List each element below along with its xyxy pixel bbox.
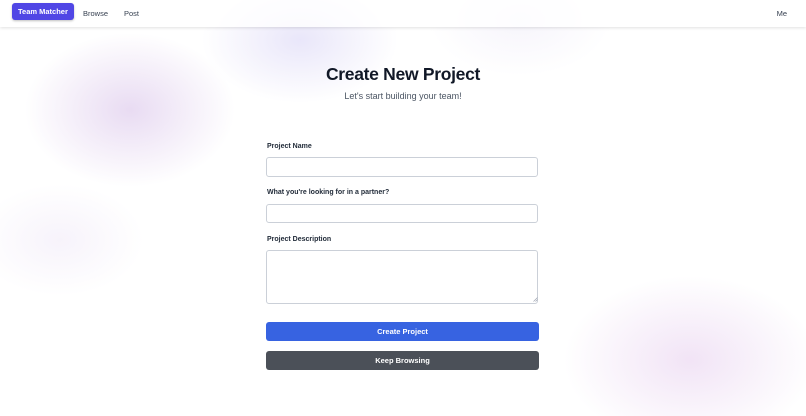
project-description-textarea[interactable] (266, 250, 538, 304)
brand-button[interactable]: Team Matcher (12, 3, 74, 20)
nav-post-link[interactable]: Post (124, 9, 139, 18)
page-subtitle: Let's start building your team! (344, 91, 462, 101)
partner-label: What you're looking for in a partner? (267, 189, 390, 196)
project-name-label: Project Name (267, 143, 312, 150)
project-name-input[interactable] (266, 157, 538, 177)
project-description-label: Project Description (267, 236, 332, 243)
create-project-page: Create New Project Let's start building … (0, 0, 806, 416)
nav-browse-link[interactable]: Browse (83, 9, 108, 18)
nav-me-link[interactable]: Me (777, 9, 787, 18)
keep-browsing-button[interactable]: Keep Browsing (266, 351, 539, 370)
partner-input[interactable] (266, 204, 538, 223)
resize-handle-icon[interactable] (533, 297, 538, 302)
page-title: Create New Project (325, 64, 481, 84)
top-navbar: Team Matcher Browse Post Me (0, 0, 806, 27)
create-project-button[interactable]: Create Project (266, 322, 539, 341)
